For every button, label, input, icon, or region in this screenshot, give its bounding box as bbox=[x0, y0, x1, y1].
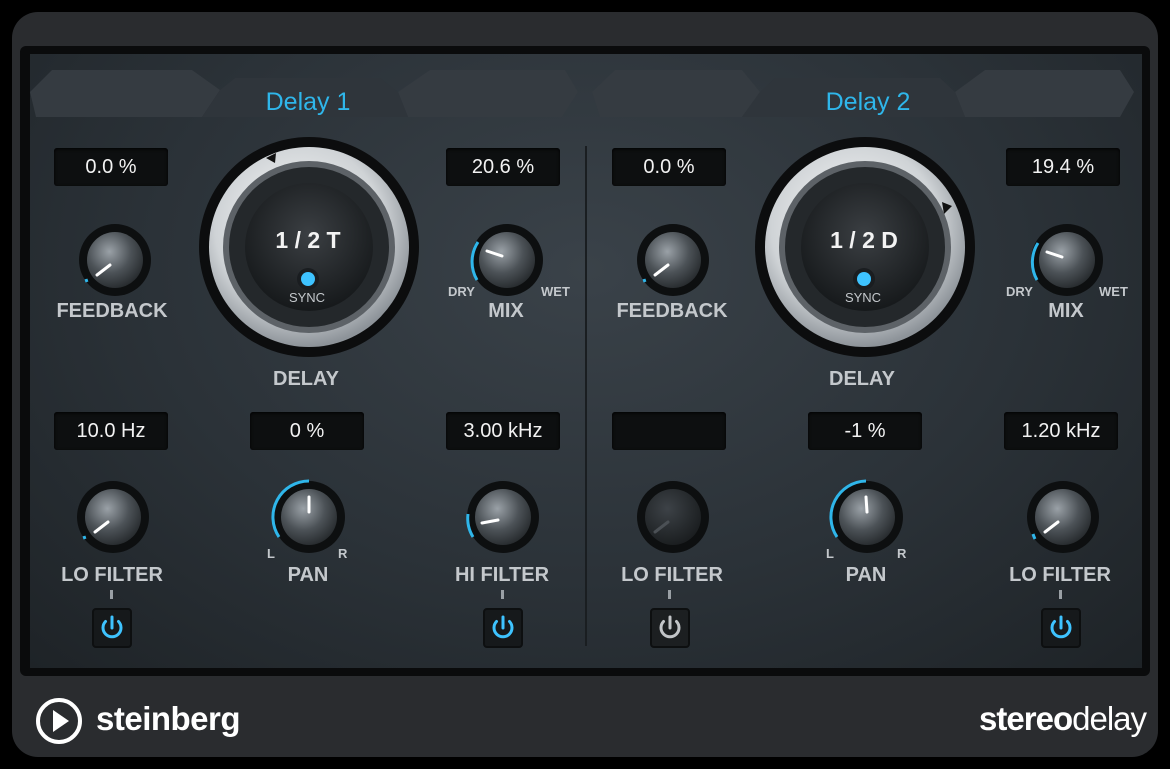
delay1-mix-wet-label: WET bbox=[541, 284, 570, 299]
delay1-pan-display[interactable]: 0 % bbox=[250, 412, 364, 450]
play-circle-icon bbox=[36, 698, 82, 744]
delay2-mix-display[interactable]: 19.4 % bbox=[1006, 148, 1120, 186]
delay1-lofilter-power-button[interactable] bbox=[92, 608, 132, 648]
delay2-hifilter-tick bbox=[1059, 590, 1062, 599]
delay1-mix-label: MIX bbox=[488, 300, 524, 322]
delay1-delay-value: 1 / 2 T bbox=[275, 227, 341, 253]
delay1-hifilter-power-button[interactable] bbox=[483, 608, 523, 648]
delay2-lofilter-tick bbox=[668, 590, 671, 599]
delay1-sync-label: SYNC bbox=[288, 290, 326, 305]
delay2-feedback-knob[interactable] bbox=[628, 215, 718, 305]
power-icon bbox=[1050, 615, 1072, 639]
delay2-title: Delay 2 bbox=[825, 88, 911, 116]
delay1-hifilter-knob[interactable] bbox=[458, 472, 548, 562]
delay1-pan-label: PAN bbox=[287, 564, 329, 586]
delay2-lofilter-label: LO FILTER bbox=[621, 564, 723, 586]
delay2-hifilter-knob[interactable] bbox=[1018, 472, 1108, 562]
delay1-pan-left-label: L bbox=[267, 546, 275, 561]
delay1-mix-display[interactable]: 20.6 % bbox=[446, 148, 560, 186]
product-name-light: delay bbox=[1072, 700, 1147, 737]
delay1-feedback-knob[interactable] bbox=[70, 215, 160, 305]
delay1-lofilter-knob[interactable] bbox=[68, 472, 158, 562]
power-icon bbox=[659, 615, 681, 639]
delay2-hifilter-label: LO FILTER bbox=[1009, 564, 1111, 586]
delay1-hifilter-label: HI FILTER bbox=[454, 564, 550, 586]
delay1-hifilter-tick bbox=[501, 590, 504, 599]
delay2-mix-label: MIX bbox=[1048, 300, 1084, 322]
delay2-hifilter-power-button[interactable] bbox=[1041, 608, 1081, 648]
delay2-delay-label: DELAY bbox=[829, 368, 895, 390]
power-icon bbox=[492, 615, 514, 639]
delay2-feedback-label: FEEDBACK bbox=[616, 300, 728, 322]
delay1-lofilter-label: LO FILTER bbox=[61, 564, 163, 586]
product-name-bold: stereo bbox=[979, 700, 1073, 737]
delay2-feedback-display[interactable]: 0.0 % bbox=[612, 148, 726, 186]
delay1-mix-dry-label: DRY bbox=[448, 284, 475, 299]
delay2-lofilter-display[interactable] bbox=[612, 412, 726, 450]
delay1-feedback-label: FEEDBACK bbox=[56, 300, 168, 322]
brand-name: steinberg bbox=[96, 700, 241, 737]
delay2-hifilter-display[interactable]: 1.20 kHz bbox=[1004, 412, 1118, 450]
header-decoration bbox=[30, 70, 1134, 117]
delay1-lofilter-display[interactable]: 10.0 Hz bbox=[54, 412, 168, 450]
delay1-hifilter-display[interactable]: 3.00 kHz bbox=[446, 412, 560, 450]
delay2-lofilter-power-button[interactable] bbox=[650, 608, 690, 648]
delay2-delay-value: 1 / 2 D bbox=[830, 227, 898, 253]
delay2-sync-label: SYNC bbox=[844, 290, 882, 305]
delay2-pan-left-label: L bbox=[826, 546, 834, 561]
delay2-pan-display[interactable]: -1 % bbox=[808, 412, 922, 450]
delay1-lofilter-tick bbox=[110, 590, 113, 599]
delay1-delay-label: DELAY bbox=[273, 368, 339, 390]
delay1-feedback-display[interactable]: 0.0 % bbox=[54, 148, 168, 186]
power-icon bbox=[101, 615, 123, 639]
delay1-pan-right-label: R bbox=[338, 546, 348, 561]
delay2-mix-wet-label: WET bbox=[1099, 284, 1128, 299]
delay1-title: Delay 1 bbox=[265, 88, 351, 116]
delay2-lofilter-knob[interactable] bbox=[628, 472, 718, 562]
delay2-pan-label: PAN bbox=[845, 564, 887, 586]
product-name: stereodelay bbox=[979, 700, 1147, 738]
delay2-pan-right-label: R bbox=[897, 546, 907, 561]
delay2-mix-dry-label: DRY bbox=[1006, 284, 1033, 299]
delay1-mix-knob[interactable] bbox=[462, 215, 552, 305]
section-divider bbox=[585, 146, 587, 646]
